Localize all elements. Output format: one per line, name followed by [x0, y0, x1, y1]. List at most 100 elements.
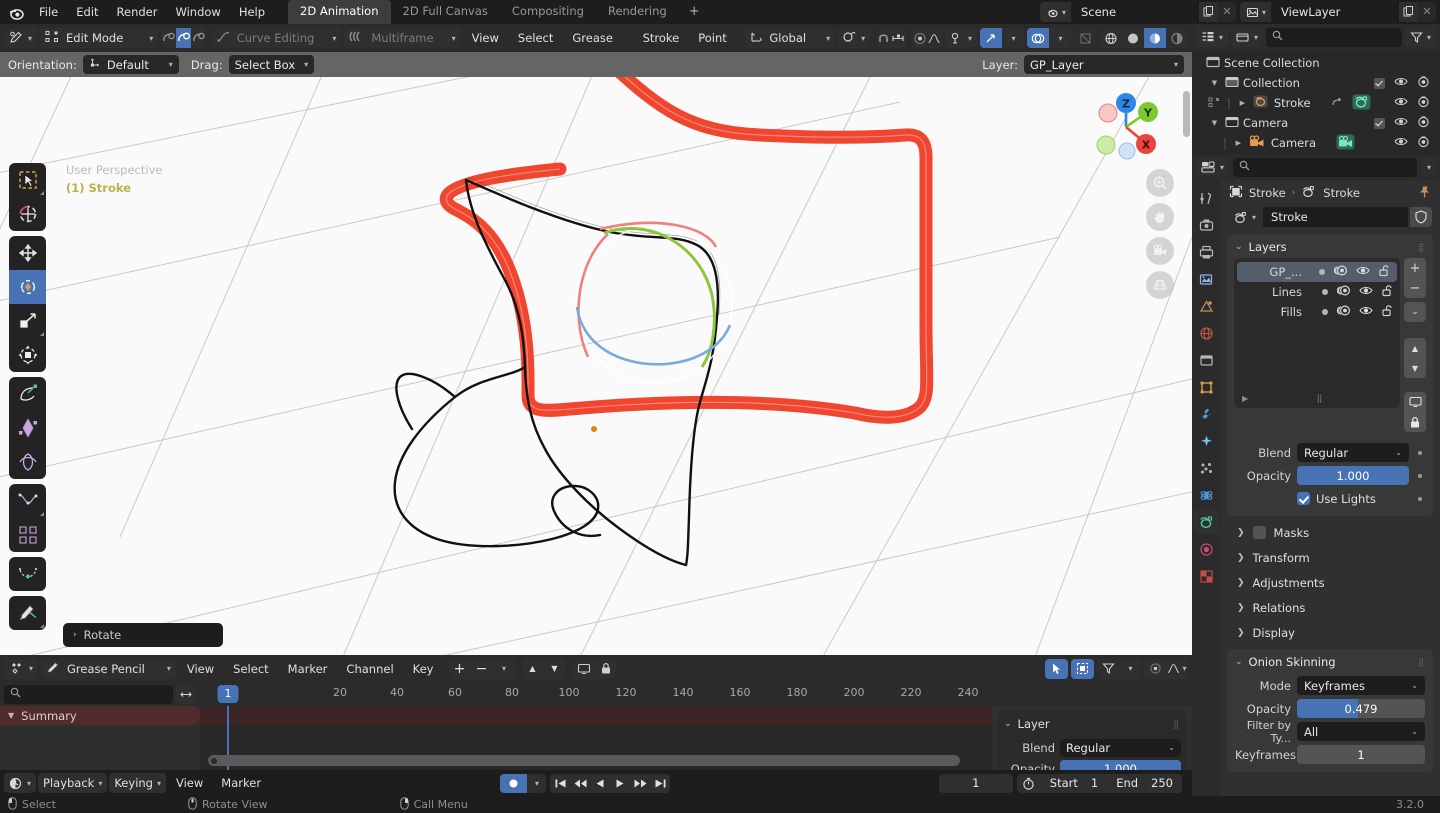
- viewport-menu-view[interactable]: View: [464, 28, 507, 48]
- proportional-edit-icon[interactable]: [913, 28, 927, 48]
- record-dot-icon[interactable]: [500, 773, 527, 793]
- orientation-dropdown[interactable]: Default ▾: [82, 55, 179, 74]
- unlock-icon[interactable]: [1381, 284, 1394, 300]
- chevron-down-icon[interactable]: ⌄: [1004, 719, 1012, 729]
- play-reverse-icon[interactable]: [590, 774, 610, 793]
- properties-tab-view-layer[interactable]: [1193, 267, 1219, 291]
- gizmo-dropdown-icon[interactable]: ▾: [1002, 28, 1024, 48]
- tool-interpolate[interactable]: [9, 557, 46, 591]
- isolate-monitor-icon[interactable]: [1404, 392, 1426, 412]
- dope-search-input[interactable]: [4, 684, 173, 704]
- close-view-layer-icon[interactable]: ✕: [1418, 2, 1436, 22]
- gizmo-icon[interactable]: [980, 28, 1002, 48]
- fake-user-shield-icon[interactable]: [1410, 207, 1432, 227]
- outliner-row-stroke[interactable]: | ▶ Stroke: [1192, 93, 1440, 113]
- onion-mode-dropdown[interactable]: Keyframes ⌄: [1297, 676, 1425, 695]
- layer-row[interactable]: Lines: [1234, 282, 1400, 302]
- operator-redo-panel[interactable]: › Rotate: [63, 623, 223, 647]
- camera-render-icon[interactable]: [1417, 116, 1430, 131]
- timeline-editor-type-icon[interactable]: ▾: [4, 773, 37, 793]
- tool-scale[interactable]: [9, 304, 46, 338]
- view-layer-name[interactable]: ViewLayer: [1271, 2, 1399, 22]
- scene-icon[interactable]: ▾: [1039, 2, 1071, 22]
- triangle-down-icon[interactable]: ▼: [8, 711, 14, 720]
- dope-menu-channel[interactable]: Channel: [338, 659, 401, 679]
- move-layer-down-button[interactable]: ▼: [1404, 358, 1426, 378]
- triangle-right-icon[interactable]: ❯: [1237, 578, 1245, 588]
- prev-keyframe-icon[interactable]: [570, 774, 590, 793]
- onion-keyframes-field[interactable]: 1: [1297, 745, 1425, 764]
- eye-icon[interactable]: [1356, 265, 1370, 279]
- mask-dot-icon[interactable]: [1322, 309, 1328, 315]
- viewport-menu-select[interactable]: Select: [510, 28, 561, 48]
- only-show-selected-icon[interactable]: [1045, 658, 1068, 679]
- triangle-down-icon[interactable]: ▼: [544, 659, 566, 679]
- expand-icon[interactable]: ›: [73, 630, 77, 640]
- use-lights-checkbox[interactable]: [1297, 492, 1310, 505]
- properties-tab-material[interactable]: [1193, 537, 1219, 561]
- triangle-right-icon[interactable]: ❯: [1237, 553, 1245, 563]
- properties-tab-scene[interactable]: [1193, 294, 1219, 318]
- multiframe-button[interactable]: Multiframe ▾: [344, 28, 461, 48]
- eye-icon[interactable]: [1359, 305, 1373, 319]
- outliner-row-collection[interactable]: ▼ Collection: [1192, 73, 1440, 93]
- tool-cursor[interactable]: [9, 197, 46, 231]
- outliner-row-camera-object[interactable]: | ▶ Camera: [1192, 133, 1440, 153]
- overlays-dropdown-icon[interactable]: ▾: [1049, 28, 1071, 48]
- jump-end-icon[interactable]: [650, 774, 670, 793]
- drag-dropdown[interactable]: Select Box ▾: [228, 55, 315, 74]
- properties-tab-modifiers[interactable]: [1193, 402, 1219, 426]
- unlock-icon[interactable]: [1378, 264, 1391, 280]
- animate-property-dot[interactable]: [1415, 473, 1425, 478]
- properties-tab-object-data[interactable]: [1193, 510, 1219, 534]
- datablock-browse-button[interactable]: ▾: [1228, 207, 1262, 227]
- triangle-up-icon[interactable]: ▲: [522, 659, 544, 679]
- layer-blend-dropdown[interactable]: Regular ⌄: [1297, 443, 1409, 462]
- triangle-right-icon[interactable]: ❯: [1237, 528, 1245, 538]
- scene-selector[interactable]: ▾ Scene ✕: [1039, 2, 1236, 22]
- zoom-icon[interactable]: [1146, 169, 1174, 197]
- triangle-right-icon[interactable]: ❯: [1237, 603, 1245, 613]
- properties-tab-object[interactable]: [1193, 375, 1219, 399]
- plus-icon[interactable]: +: [449, 659, 471, 679]
- properties-tab-effects[interactable]: [1193, 429, 1219, 453]
- shading-material-icon[interactable]: [1144, 28, 1166, 48]
- unlock-icon[interactable]: [1381, 304, 1394, 320]
- animate-property-dot[interactable]: [1415, 496, 1425, 501]
- shading-wireframe-icon[interactable]: [1100, 28, 1122, 48]
- exclude-checkbox[interactable]: [1374, 77, 1385, 89]
- dope-blend-dropdown[interactable]: Regular ⌄: [1060, 738, 1181, 757]
- timeline-menu-view[interactable]: View: [168, 773, 211, 793]
- section-relations[interactable]: ❯ Relations: [1227, 595, 1433, 620]
- workspace-tab-2d-full-canvas[interactable]: 2D Full Canvas: [391, 0, 500, 24]
- snap-magnet-icon[interactable]: [877, 28, 891, 48]
- viewport-menu-point[interactable]: Point: [690, 28, 735, 48]
- next-keyframe-icon[interactable]: [630, 774, 650, 793]
- camera-render-icon[interactable]: [1417, 136, 1430, 151]
- show-hidden-icon[interactable]: [1071, 658, 1094, 679]
- mask-dot-icon[interactable]: [1322, 289, 1328, 295]
- properties-tab-output[interactable]: [1193, 240, 1219, 264]
- lock-icon[interactable]: [595, 659, 617, 679]
- frame-end-field[interactable]: End 250: [1107, 774, 1182, 793]
- viewport-scrollbar[interactable]: [1183, 91, 1190, 137]
- chevron-down-icon[interactable]: ⌄: [1235, 242, 1243, 252]
- tool-edit-curve-pencil[interactable]: [9, 596, 46, 630]
- properties-tab-physics[interactable]: [1193, 483, 1219, 507]
- outliner-row-camera-collection[interactable]: ▼ Camera: [1192, 113, 1440, 133]
- section-transform[interactable]: ❯ Transform: [1227, 545, 1433, 570]
- triangle-right-icon[interactable]: ▶: [1242, 394, 1248, 403]
- remove-layer-button[interactable]: −: [1404, 278, 1426, 298]
- timeline-menu-marker[interactable]: Marker: [213, 773, 269, 793]
- breadcrumb-object-name[interactable]: Stroke: [1249, 186, 1286, 200]
- viewport-menu-stroke[interactable]: Stroke: [635, 28, 688, 48]
- onion-filter-dropdown[interactable]: All ⌄: [1297, 722, 1425, 741]
- jump-start-icon[interactable]: [550, 774, 570, 793]
- curve-editing-button[interactable]: Curve Editing ▾: [211, 28, 342, 48]
- new-scene-icon[interactable]: [1198, 2, 1218, 22]
- layer-name[interactable]: Fills: [1244, 305, 1302, 319]
- add-workspace-button[interactable]: +: [679, 0, 710, 24]
- layers-list[interactable]: GP_... Lines Fills ▶ ⣿: [1234, 258, 1400, 408]
- tool-tweak-select-box[interactable]: [9, 163, 46, 197]
- exclude-checkbox[interactable]: [1374, 117, 1385, 129]
